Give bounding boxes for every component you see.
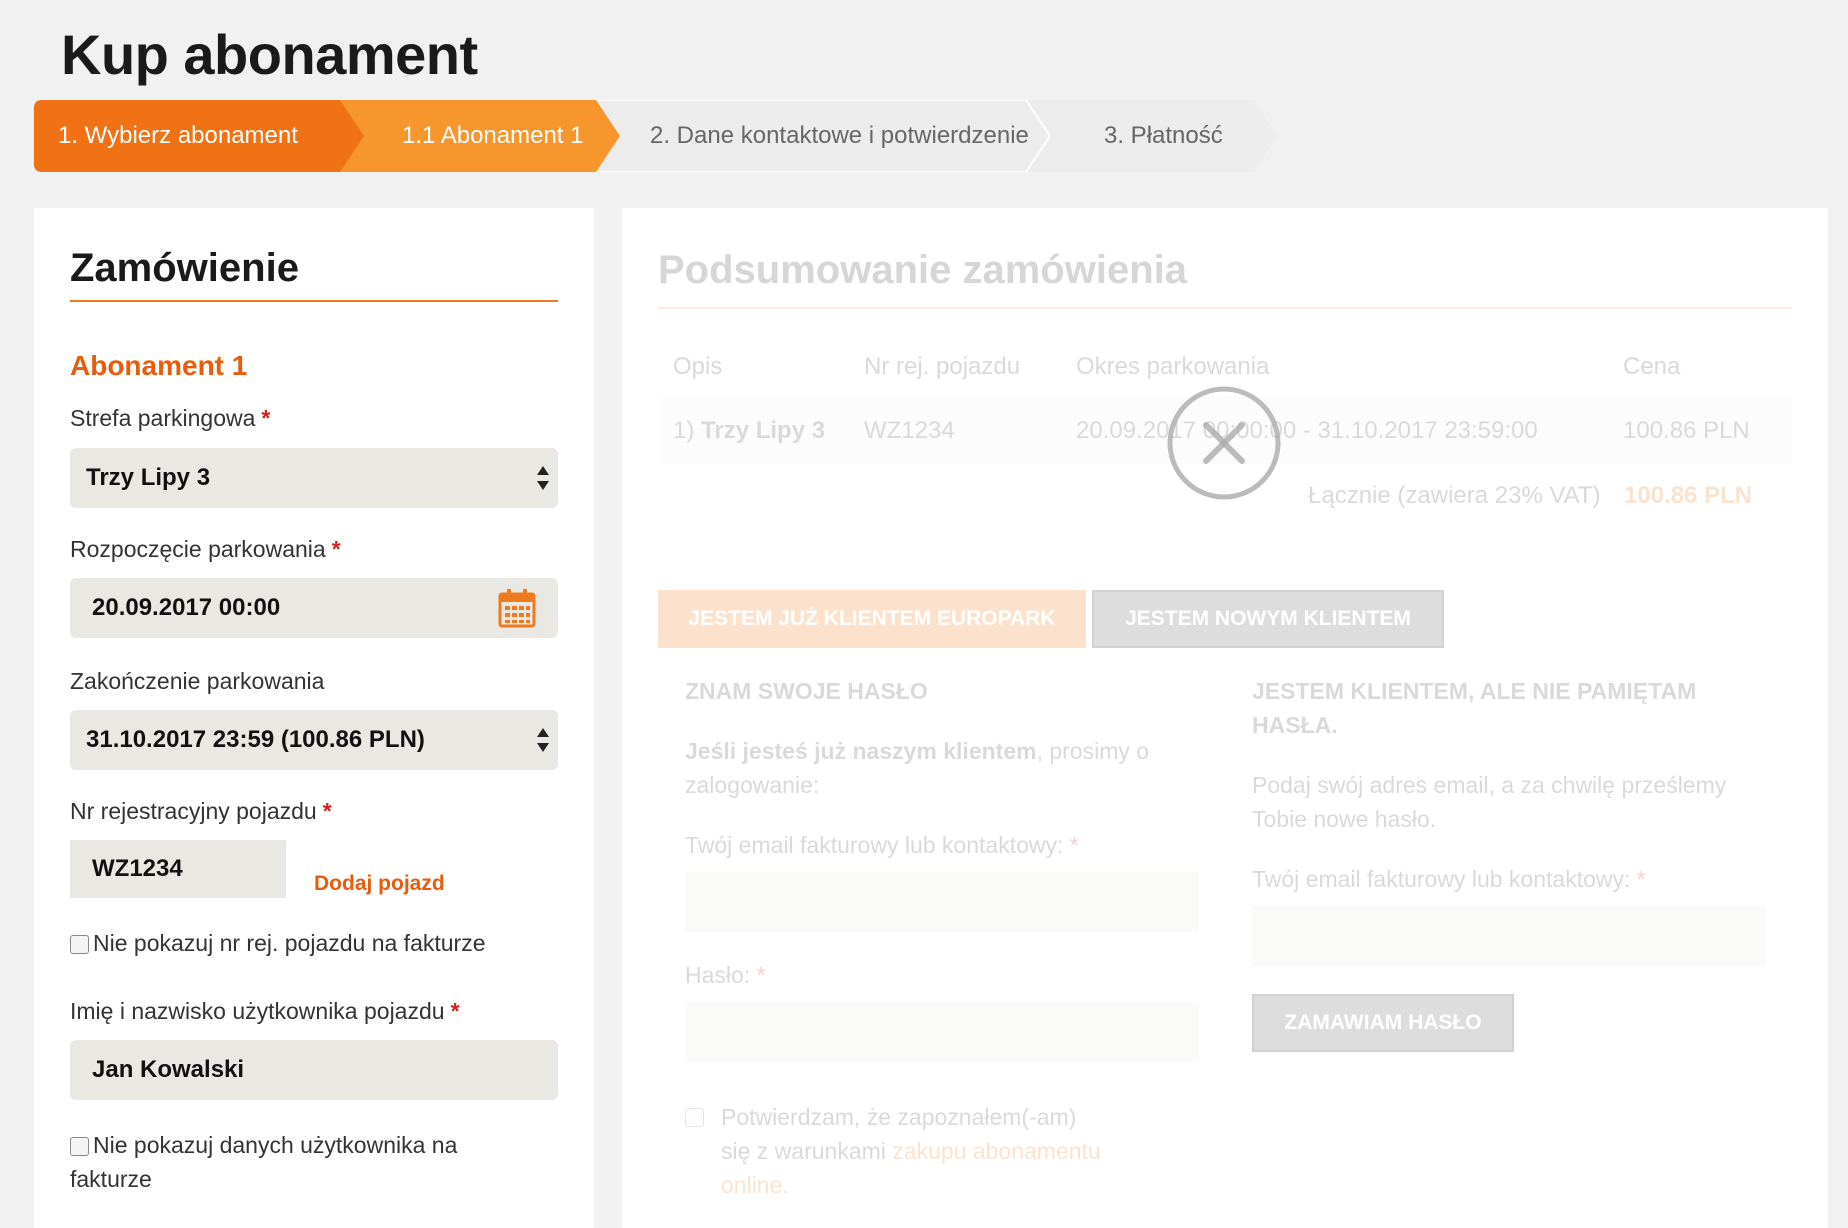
forgot-email-label-text: Twój email fakturowy lub kontaktowy: [1252, 866, 1631, 892]
row-desc-text: Trzy Lipy 3 [701, 417, 826, 444]
col-header-price: Cena [1623, 353, 1681, 380]
end-select-value: 31.10.2017 23:59 (100.86 PLN) [86, 726, 425, 753]
terms-option: Potwierdzam, że zapoznałem(-am) się z wa… [685, 1100, 1105, 1202]
subscription-title: Abonament 1 [70, 350, 248, 381]
step-choose-subscription[interactable]: 1. Wybierz abonament [34, 100, 364, 172]
existing-client-tab[interactable]: JESTEM JUŻ KLIENTEM EUROPARK [658, 590, 1086, 648]
forgot-heading: JESTEM KLIENTEM, ALE NIE PAMIĘTAM HASŁA. [1252, 678, 1697, 738]
required-mark: * [331, 536, 341, 562]
login-heading: ZNAM SWOJE HASŁO [685, 678, 928, 704]
zone-select[interactable]: Trzy Lipy 3 [70, 448, 558, 508]
zone-select-value: Trzy Lipy 3 [86, 464, 211, 491]
row-desc: 1) Trzy Lipy 3 [673, 417, 825, 445]
calendar-icon[interactable] [498, 588, 536, 628]
plate-label: Nr rejestracyjny pojazdu * [70, 798, 332, 825]
user-label-text: Imię i nazwisko użytkownika pojazdu [70, 998, 445, 1024]
user-name-input[interactable]: Jan Kowalski [70, 1040, 558, 1100]
step-subscription-1[interactable]: 1.1 Abonament 1 [320, 100, 620, 172]
login-email-label-text: Twój email fakturowy lub kontaktowy: [685, 832, 1064, 858]
end-select[interactable]: 31.10.2017 23:59 (100.86 PLN) [70, 710, 558, 770]
page-title: Kup abonament [61, 23, 478, 86]
zone-label: Strefa parkingowa * [70, 405, 270, 432]
order-title: Zamówienie [70, 246, 299, 290]
total-value: 100.86 PLN [1624, 482, 1753, 509]
row-plate: WZ1234 [864, 417, 955, 444]
login-intro-bold: Jeśli jesteś już naszym klientem [685, 738, 1037, 764]
login-email-label: Twój email fakturowy lub kontaktowy: * [685, 828, 1079, 862]
summary-title: Podsumowanie zamówienia [658, 248, 1188, 292]
col-header-plate: Nr rej. pojazdu [864, 353, 1021, 380]
plate-label-text: Nr rejestracyjny pojazdu [70, 798, 317, 824]
col-header-period: Okres parkowania [1076, 353, 1270, 380]
step-label: 1.1 Abonament 1 [402, 122, 584, 149]
col-header-desc: Opis [673, 353, 723, 380]
step-label: 3. Płatność [1104, 122, 1223, 149]
start-label: Rozpoczęcie parkowania * [70, 536, 341, 563]
forgot-email-input[interactable] [1252, 906, 1766, 966]
checkout-steps: 3. Płatność 2. Dane kontaktowe i potwier… [34, 100, 1278, 172]
start-date-value: 20.09.2017 00:00 [92, 594, 281, 621]
hide-user-label: Nie pokazuj danych użytkownika na faktur… [70, 1132, 458, 1192]
summary-panel: Podsumowanie zamówienia Opis Nr rej. poj… [622, 208, 1828, 1228]
terms-text: Potwierdzam, że zapoznałem(-am) się z wa… [685, 1100, 1105, 1202]
forgot-email-label: Twój email fakturowy lub kontaktowy: * [1252, 862, 1646, 896]
end-label: Zakończenie parkowania [70, 668, 325, 694]
select-arrows-icon [537, 466, 549, 490]
new-client-tab[interactable]: JESTEM NOWYM KLIENTEM [1092, 590, 1444, 648]
required-mark: * [1636, 866, 1646, 892]
close-icon[interactable] [1166, 385, 1282, 501]
required-mark: * [450, 998, 460, 1024]
login-password-label-text: Hasło: [685, 962, 751, 988]
forgot-text: Podaj swój adres email, a za chwilę prze… [1252, 772, 1727, 832]
required-mark: * [322, 798, 332, 824]
hide-user-option: Nie pokazuj danych użytkownika na faktur… [70, 1128, 540, 1196]
total-label: Łącznie (zawiera 23% VAT) [1308, 482, 1601, 509]
login-intro: Jeśli jesteś już naszym klientem, prosim… [685, 734, 1185, 802]
login-email-input[interactable] [685, 872, 1199, 932]
select-arrows-icon [537, 728, 549, 752]
hide-plate-option: Nie pokazuj nr rej. pojazdu na fakturze [70, 926, 540, 960]
required-mark: * [1069, 832, 1079, 858]
add-vehicle-link[interactable]: Dodaj pojazd [314, 872, 445, 896]
zone-label-text: Strefa parkingowa [70, 405, 256, 431]
hide-plate-checkbox[interactable] [70, 935, 89, 954]
step-payment[interactable]: 3. Płatność [1018, 100, 1278, 172]
step-label: 2. Dane kontaktowe i potwierdzenie [650, 122, 1029, 149]
start-label-text: Rozpoczęcie parkowania [70, 536, 326, 562]
order-password-button[interactable]: ZAMAWIAM HASŁO [1252, 994, 1514, 1052]
login-password-label: Hasło: * [685, 958, 766, 992]
start-date-input[interactable]: 20.09.2017 00:00 [70, 578, 558, 638]
order-title-divider [70, 300, 558, 302]
step-contact[interactable]: 2. Dane kontaktowe i potwierdzenie [580, 100, 1050, 172]
required-mark: * [756, 962, 766, 988]
hide-plate-label: Nie pokazuj nr rej. pojazdu na fakturze [93, 930, 486, 956]
order-panel: Zamówienie Abonament 1 Strefa parkingowa… [34, 208, 594, 1228]
row-number: 1) [673, 417, 695, 444]
step-label: 1. Wybierz abonament [58, 122, 298, 149]
row-period: 20.09.2017 00:00:00 - 31.10.2017 23:59:0… [1076, 417, 1538, 444]
row-price: 100.86 PLN [1623, 417, 1750, 444]
terms-checkbox[interactable] [685, 1108, 704, 1127]
summary-divider [658, 307, 1792, 309]
hide-user-checkbox[interactable] [70, 1137, 89, 1156]
user-label: Imię i nazwisko użytkownika pojazdu * [70, 998, 460, 1025]
plate-input[interactable]: WZ1234 [70, 840, 286, 898]
required-mark: * [261, 405, 271, 431]
login-password-input[interactable] [685, 1002, 1199, 1062]
user-name-value: Jan Kowalski [92, 1056, 245, 1083]
